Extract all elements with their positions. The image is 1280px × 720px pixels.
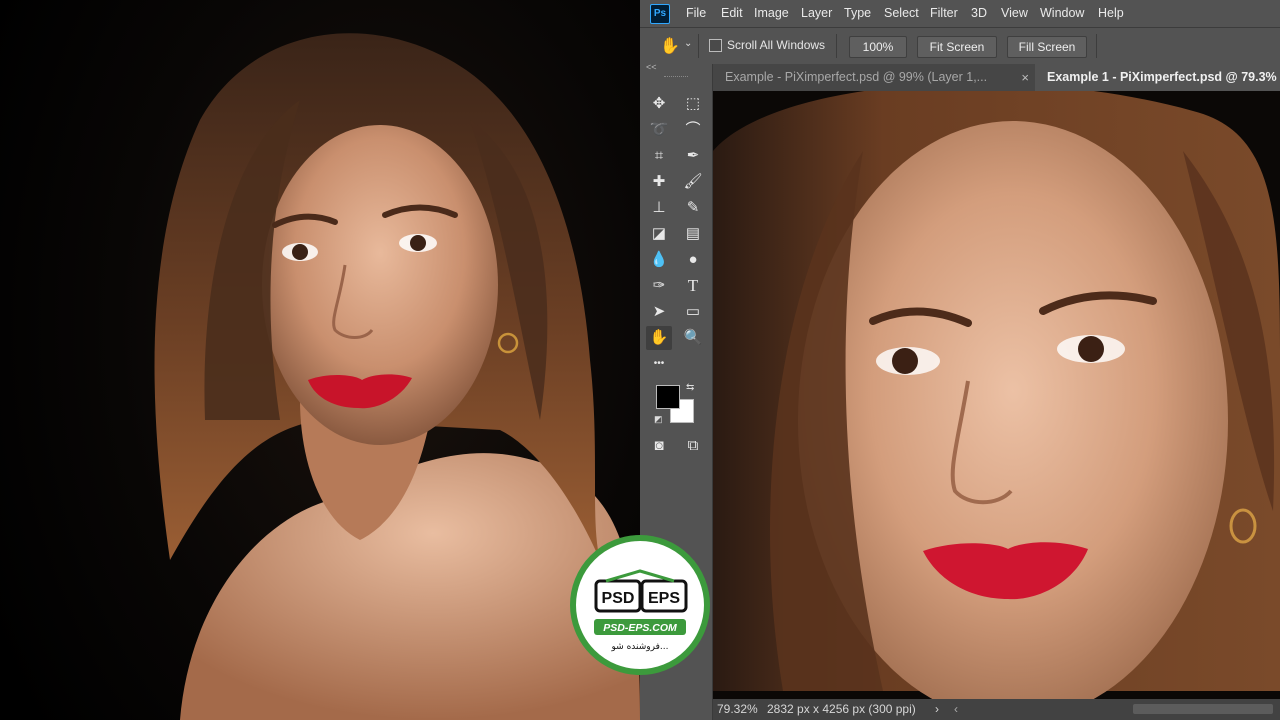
menu-help[interactable]: Help <box>1098 6 1124 20</box>
document-tab-bar: Example - PiXimperfect.psd @ 99% (Layer … <box>713 64 1280 91</box>
logo-psd-text: PSD <box>602 590 635 607</box>
screen-mode-icon[interactable]: ⧉ <box>680 434 706 458</box>
more-tools-icon[interactable]: ••• <box>646 352 672 376</box>
logo-tagline-text: فروشنده شو... <box>611 642 669 652</box>
history-brush-icon[interactable]: ✎ <box>680 196 706 220</box>
scroll-all-windows-label: Scroll All Windows <box>727 38 826 52</box>
type-tool-icon[interactable]: T <box>680 274 706 298</box>
menu-bar: Ps File Edit Image Layer Type Select Fil… <box>640 0 1280 26</box>
hand-tool-icon[interactable]: ✋ <box>646 326 672 350</box>
menu-select[interactable]: Select <box>884 6 919 20</box>
document-area: Example - PiXimperfect.psd @ 99% (Layer … <box>713 64 1280 720</box>
healing-brush-icon[interactable]: ✚ <box>646 170 672 194</box>
tab-label: Example 1 - PiXimperfect.psd @ 79.3% <box>1047 70 1277 84</box>
foreground-color-swatch[interactable] <box>656 385 680 409</box>
divider <box>1096 34 1097 58</box>
menu-view[interactable]: View <box>1001 6 1028 20</box>
quick-mask-icon[interactable]: ◙ <box>646 434 672 458</box>
brush-tool-icon[interactable]: 🖌 <box>680 170 706 194</box>
chevron-down-icon[interactable]: ⌄ <box>684 38 692 49</box>
lasso-tool-icon[interactable]: ➰ <box>646 118 672 142</box>
default-colors-icon[interactable]: ◩ <box>654 414 663 425</box>
eraser-tool-icon[interactable]: ◪ <box>646 222 672 246</box>
eyedropper-icon[interactable]: ✒ <box>680 144 706 168</box>
swap-colors-icon[interactable]: ⇆ <box>686 382 694 393</box>
scroll-all-windows-checkbox[interactable] <box>709 39 722 52</box>
crop-tool-icon[interactable]: ⌗ <box>646 144 672 168</box>
collapse-panel-button[interactable]: << <box>646 62 657 72</box>
tab-example[interactable]: Example - PiXimperfect.psd @ 99% (Layer … <box>713 64 1035 91</box>
document-canvas[interactable] <box>713 91 1280 699</box>
options-bar: ✋ ⌄ Scroll All Windows 100% Fit Screen F… <box>640 27 1280 65</box>
status-bar: 79.32% 2832 px x 4256 px (300 ppi) › ‹ <box>713 699 1280 720</box>
document-dimensions: 2832 px x 4256 px (300 ppi) <box>767 702 916 716</box>
gradient-tool-icon[interactable]: ▤ <box>680 222 706 246</box>
logo-eps-text: EPS <box>648 590 680 607</box>
status-menu-arrow-icon[interactable]: › <box>935 699 939 720</box>
fit-screen-button[interactable]: Fit Screen <box>917 36 997 58</box>
dodge-tool-icon[interactable]: ● <box>680 248 706 272</box>
menu-file[interactable]: File <box>686 6 706 20</box>
rectangular-marquee-icon[interactable]: ⬚ <box>680 92 706 116</box>
clone-stamp-icon[interactable]: ⊥ <box>646 196 672 220</box>
close-icon[interactable]: × <box>1021 64 1029 91</box>
horizontal-scrollbar[interactable] <box>1133 704 1273 714</box>
path-selection-icon[interactable]: ➤ <box>646 300 672 324</box>
photoshop-window: Ps File Edit Image Layer Type Select Fil… <box>640 0 1280 720</box>
rectangle-tool-icon[interactable]: ▭ <box>680 300 706 324</box>
blur-tool-icon[interactable]: 💧 <box>646 248 672 272</box>
psd-eps-watermark-logo: PSD EPS PSD-EPS.COM فروشنده شو... <box>570 535 710 675</box>
zoom-level[interactable]: 79.32% <box>717 699 758 720</box>
hand-tool-preset-icon[interactable]: ✋ <box>660 36 680 56</box>
menu-filter[interactable]: Filter <box>930 6 958 20</box>
divider <box>836 34 837 58</box>
zoom-tool-icon[interactable]: 🔍 <box>680 326 706 350</box>
menu-3d[interactable]: 3D <box>971 6 987 20</box>
tab-label: Example - PiXimperfect.psd @ 99% (Layer … <box>725 70 988 84</box>
zoom-100-button[interactable]: 100% <box>849 36 907 58</box>
photoshop-logo-icon: Ps <box>650 4 670 24</box>
portrait-photo-left <box>0 0 640 720</box>
menu-layer[interactable]: Layer <box>801 6 832 20</box>
move-tool-icon[interactable]: ✥ <box>646 92 672 116</box>
menu-window[interactable]: Window <box>1040 6 1084 20</box>
pen-tool-icon[interactable]: ✑ <box>646 274 672 298</box>
fill-screen-button[interactable]: Fill Screen <box>1007 36 1087 58</box>
logo-site-text: PSD-EPS.COM <box>603 622 677 634</box>
tab-example-1[interactable]: Example 1 - PiXimperfect.psd @ 79.3% <box>1035 64 1280 91</box>
panel-grip <box>664 76 688 79</box>
scroll-left-arrow-icon[interactable]: ‹ <box>954 699 958 720</box>
menu-edit[interactable]: Edit <box>721 6 743 20</box>
menu-type[interactable]: Type <box>844 6 871 20</box>
menu-image[interactable]: Image <box>754 6 789 20</box>
quick-selection-icon[interactable]: ⌒ <box>680 118 706 142</box>
divider <box>698 34 699 58</box>
